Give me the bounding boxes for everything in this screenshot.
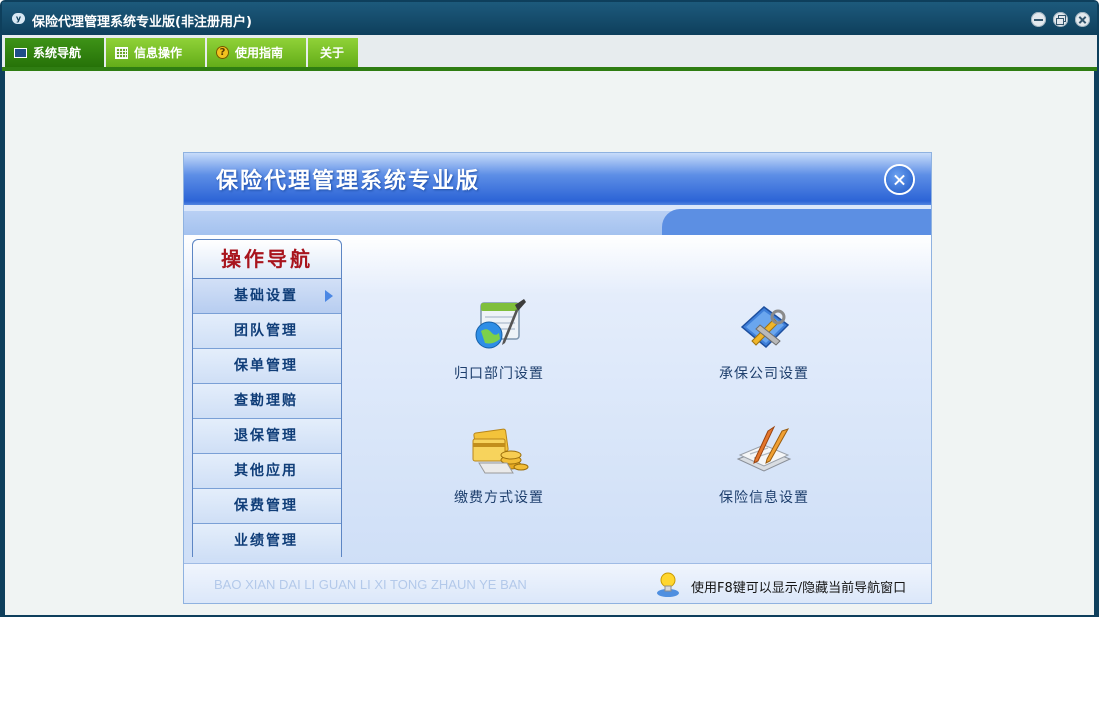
tab-system-navigation[interactable]: 系统导航 <box>5 38 106 67</box>
tab-about[interactable]: 关于 <box>308 38 360 67</box>
panel-body: 操作导航 基础设置 团队管理 保单管理 查勘理赔 退保管理 其他应用 保费管理 … <box>184 235 931 563</box>
tile-label: 保险信息设置 <box>719 490 809 506</box>
panel-title: 保险代理管理系统专业版 <box>216 169 481 194</box>
window-title: 保险代理管理系统专业版(非注册用户) <box>32 15 252 30</box>
tab-user-guide[interactable]: ? 使用指南 <box>207 38 308 67</box>
tile-underwriter-settings[interactable]: 承保公司设置 <box>674 297 854 397</box>
calendar-globe-icon <box>475 299 526 349</box>
app-icon: y <box>12 13 25 24</box>
tab-label: 使用指南 <box>235 46 284 60</box>
nav-item-performance-management[interactable]: 业绩管理 <box>193 524 341 559</box>
nav-item-surrender[interactable]: 退保管理 <box>193 419 341 454</box>
close-button[interactable] <box>1075 12 1090 27</box>
document-pen-icon <box>736 425 792 472</box>
tile-label: 承保公司设置 <box>719 366 809 382</box>
tile-department-settings[interactable]: 归口部门设置 <box>409 297 589 397</box>
tile-payment-method-settings[interactable]: 缴费方式设置 <box>409 421 589 521</box>
operation-nav: 操作导航 基础设置 团队管理 保单管理 查勘理赔 退保管理 其他应用 保费管理 … <box>192 239 342 559</box>
navigation-panel: 保险代理管理系统专业版 操作导航 基础设置 团队管理 保单管理 查勘理赔 退保管… <box>184 153 931 603</box>
cards-coins-icon <box>472 428 529 474</box>
nav-item-policy-management[interactable]: 保单管理 <box>193 349 341 384</box>
nav-item-basic-settings[interactable]: 基础设置 <box>193 279 341 314</box>
tools-icon <box>740 306 790 349</box>
panel-footer: BAO XIAN DAI LI GUAN LI XI TONG ZHAUN YE… <box>184 563 931 603</box>
nav-item-premium-management[interactable]: 保费管理 <box>193 489 341 524</box>
footer-tip-text: 使用F8键可以显示/隐藏当前导航窗口 <box>691 581 907 596</box>
monitor-icon <box>14 47 27 58</box>
grid-icon <box>115 46 128 59</box>
arrow-right-icon <box>325 290 333 302</box>
title-bar[interactable]: y 保险代理管理系统专业版(非注册用户) <box>2 2 1097 35</box>
tab-label: 关于 <box>320 46 345 60</box>
lightbulb-icon <box>657 572 679 597</box>
tab-label: 系统导航 <box>33 46 82 60</box>
menu-bar: 系统导航 信息操作 ? 使用指南 关于 <box>2 35 1097 67</box>
panel-close-button[interactable] <box>886 166 913 193</box>
minimize-button[interactable] <box>1031 12 1046 27</box>
nav-item-team-management[interactable]: 团队管理 <box>193 314 341 349</box>
help-icon: ? <box>216 46 229 59</box>
minimize-icon <box>1034 18 1043 21</box>
nav-item-other-apps[interactable]: 其他应用 <box>193 454 341 489</box>
restore-button[interactable] <box>1053 12 1068 27</box>
tab-label: 信息操作 <box>134 46 183 60</box>
tile-insurance-info-settings[interactable]: 保险信息设置 <box>674 421 854 521</box>
tile-label: 归口部门设置 <box>454 366 544 382</box>
footer-pinyin-text: BAO XIAN DAI LI GUAN LI XI TONG ZHAUN YE… <box>214 577 527 592</box>
tile-label: 缴费方式设置 <box>454 490 544 506</box>
nav-header: 操作导航 <box>193 240 341 279</box>
panel-header[interactable]: 保险代理管理系统专业版 <box>184 153 931 235</box>
tab-info-operation[interactable]: 信息操作 <box>106 38 207 67</box>
nav-item-claims[interactable]: 查勘理赔 <box>193 384 341 419</box>
